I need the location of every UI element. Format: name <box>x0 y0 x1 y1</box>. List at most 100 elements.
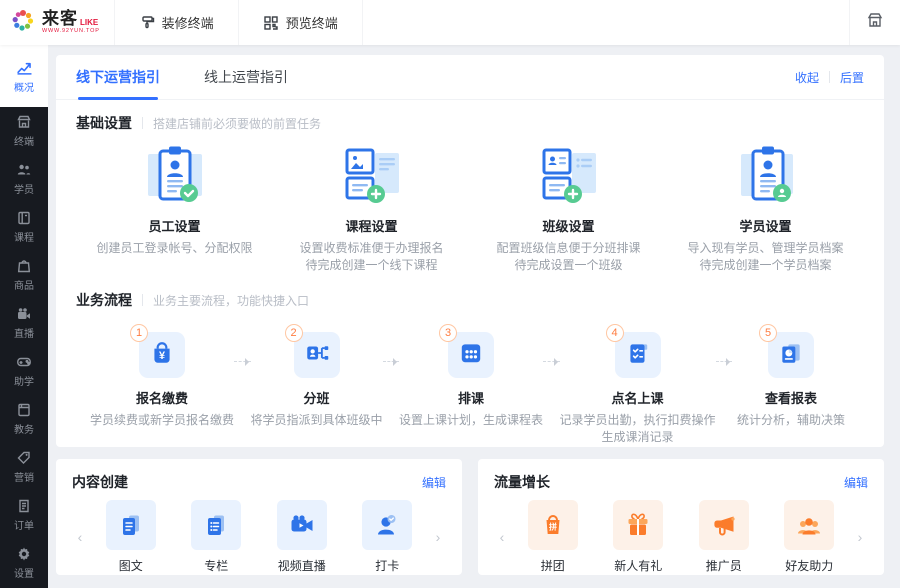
move-back-link[interactable]: 后置 <box>840 69 864 86</box>
video-camera-icon <box>16 306 32 327</box>
group-buy-bag-icon: 拼 <box>527 500 578 550</box>
panel-title: 流量增长 <box>494 474 550 490</box>
sidebar-item-settings[interactable]: 设置 <box>0 539 48 587</box>
clipboard-student-badge-icon <box>667 143 864 207</box>
preview-terminal-button[interactable]: 预览终端 <box>238 0 363 45</box>
people-icon <box>16 162 32 183</box>
section-subtitle: 业务主要流程，功能快捷入口 <box>153 293 310 308</box>
sidebar-item-courses[interactable]: 课程 <box>0 203 48 251</box>
step-schedule[interactable]: 3 排课 设置上课计划，生成课程表 <box>399 324 543 429</box>
gamepad-icon <box>16 354 32 375</box>
content-item-column[interactable]: 专栏 <box>191 500 242 574</box>
sidebar-item-live[interactable]: 直播 <box>0 299 48 347</box>
traffic-item-group-buy[interactable]: 拼 拼团 <box>527 500 578 574</box>
divider <box>142 294 143 306</box>
gear-icon <box>16 546 32 567</box>
content-item-check-in[interactable]: 打卡 <box>362 500 413 574</box>
shop-home-button[interactable] <box>849 0 900 45</box>
edit-traffic-link[interactable]: 编辑 <box>844 474 868 491</box>
notebook-icon <box>16 402 32 423</box>
step-number-badge: 2 <box>284 324 303 342</box>
friends-group-icon <box>784 500 835 550</box>
class-id-cards-plus-icon <box>470 143 667 207</box>
tags-icon <box>16 450 32 471</box>
operation-guide-card: 线下运营指引 线上运营指引 收起 后置 基础设置 搭建店铺前必须要做的前置任务 <box>56 55 884 447</box>
step-assign-class[interactable]: 2 分班 将学员指派到具体班级中 <box>251 324 383 429</box>
step-number-badge: 3 <box>439 324 457 342</box>
sidebar-item-academic[interactable]: 教务 <box>0 395 48 443</box>
setup-card-course[interactable]: 课程设置 设置收费标准便于办理报名 待完成创建一个线下课程 <box>273 143 470 274</box>
business-process-section: 业务流程 业务主要流程，功能快捷入口 1 ¥ 报名缴费 学员续费或新学员报名缴费… <box>56 274 884 446</box>
gift-box-icon <box>613 500 664 550</box>
sidebar-item-students[interactable]: 学员 <box>0 155 48 203</box>
step-connector <box>543 357 560 366</box>
step-connector <box>715 357 732 366</box>
carousel-prev-arrow[interactable]: ‹ <box>494 529 510 545</box>
sidebar: 概况 终端 学员 课程 商品 直播 助学 教务 营销 订单 设置 <box>0 45 48 588</box>
tab-offline-guide[interactable]: 线下运营指引 <box>76 55 160 100</box>
app-logo[interactable]: 来客 LIKE WWW.92YUN.TOP <box>0 0 115 45</box>
clipboard-person-check-icon <box>76 143 273 207</box>
setup-card-class[interactable]: 班级设置 配置班级信息便于分班排课 待完成设置一个班级 <box>470 143 667 274</box>
report-pie-icon <box>778 340 804 371</box>
paint-roller-icon <box>139 15 155 31</box>
step-number-badge: 1 <box>130 324 148 342</box>
carousel-prev-arrow[interactable]: ‹ <box>72 529 88 545</box>
order-document-icon <box>16 498 32 519</box>
check-in-person-icon <box>362 500 413 550</box>
store-icon <box>16 114 32 135</box>
shopping-bag-icon <box>16 258 32 279</box>
panel-title: 内容创建 <box>72 474 128 490</box>
divider <box>142 117 143 129</box>
column-list-icon <box>191 500 242 550</box>
main-content: 线下运营指引 线上运营指引 收起 后置 基础设置 搭建店铺前必须要做的前置任务 <box>48 45 900 588</box>
step-roll-call[interactable]: 4 点名上课 记录学员出勤，执行扣费操作 生成课消记录 <box>560 324 716 446</box>
sidebar-item-orders[interactable]: 订单 <box>0 491 48 539</box>
sidebar-item-goods[interactable]: 商品 <box>0 251 48 299</box>
content-creation-panel: 内容创建 编辑 ‹ 图文 专栏 视频直播 打卡 › <box>56 459 462 575</box>
step-view-reports[interactable]: 5 查看报表 统计分析，辅助决策 <box>732 324 850 429</box>
megaphone-icon <box>698 500 749 550</box>
book-icon <box>16 210 32 231</box>
video-live-icon <box>276 500 327 550</box>
qr-code-icon <box>263 15 279 31</box>
content-item-article[interactable]: 图文 <box>105 500 156 574</box>
traffic-item-promoter[interactable]: 推广员 <box>698 500 749 574</box>
pay-bag-icon: ¥ <box>149 340 175 371</box>
svg-text:拼: 拼 <box>549 522 557 532</box>
section-title: 业务流程 <box>76 292 132 308</box>
content-item-video-live[interactable]: 视频直播 <box>276 500 327 574</box>
sidebar-item-terminal[interactable]: 终端 <box>0 107 48 155</box>
step-enroll-pay[interactable]: 1 ¥ 报名缴费 学员续费或新学员报名缴费 <box>90 324 234 429</box>
step-connector <box>382 357 399 366</box>
sidebar-item-marketing[interactable]: 营销 <box>0 443 48 491</box>
setup-card-staff[interactable]: 员工设置 创建员工登录帐号、分配权限 <box>76 143 273 274</box>
trend-chart-icon <box>16 59 33 81</box>
assign-org-icon <box>304 340 330 371</box>
section-title: 基础设置 <box>76 115 132 131</box>
brand-subtitle: WWW.92YUN.TOP <box>42 28 100 35</box>
step-number-badge: 4 <box>605 324 624 342</box>
svg-text:¥: ¥ <box>159 349 165 361</box>
sidebar-item-study-aid[interactable]: 助学 <box>0 347 48 395</box>
calendar-grid-icon <box>458 340 484 371</box>
brand-name: 来客 <box>42 9 78 29</box>
collapse-link[interactable]: 收起 <box>795 69 819 86</box>
setup-card-student[interactable]: 学员设置 导入现有学员、管理学员档案 待完成创建一个学员档案 <box>667 143 864 274</box>
step-number-badge: 5 <box>759 324 777 342</box>
roll-call-list-icon <box>625 340 651 371</box>
carousel-next-arrow[interactable]: › <box>852 529 868 545</box>
top-header: 来客 LIKE WWW.92YUN.TOP 装修终端 预览终端 <box>0 0 900 45</box>
traffic-growth-panel: 流量增长 编辑 ‹ 拼 拼团 新人有礼 推广员 好友助力 › <box>478 459 884 575</box>
edit-content-link[interactable]: 编辑 <box>422 474 446 491</box>
guide-tabs: 线下运营指引 线上运营指引 收起 后置 <box>56 55 884 100</box>
traffic-item-newcomer-gift[interactable]: 新人有礼 <box>613 500 664 574</box>
decorate-terminal-button[interactable]: 装修终端 <box>114 0 239 45</box>
brand-suffix: LIKE <box>80 18 99 28</box>
basic-setup-section: 基础设置 搭建店铺前必须要做的前置任务 员工设置 创建员工登录帐号、分配权限 课… <box>56 100 884 274</box>
sidebar-item-overview[interactable]: 概况 <box>0 45 48 107</box>
carousel-next-arrow[interactable]: › <box>430 529 446 545</box>
article-icon <box>105 500 156 550</box>
tab-online-guide[interactable]: 线上运营指引 <box>204 55 288 100</box>
traffic-item-friend-boost[interactable]: 好友助力 <box>784 500 835 574</box>
